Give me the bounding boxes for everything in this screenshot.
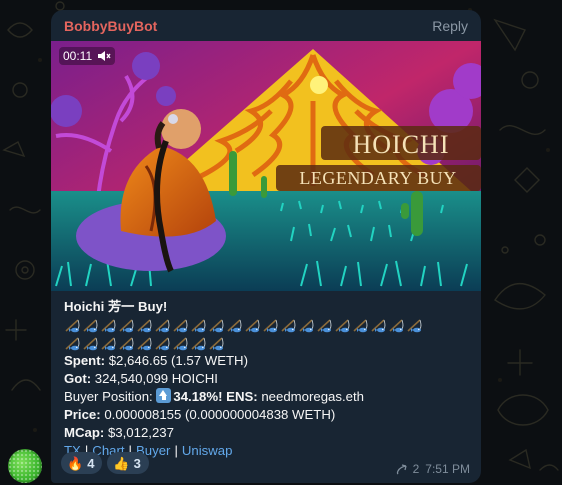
fishing-pole-icon <box>208 318 225 333</box>
fishing-pole-icon <box>262 318 279 333</box>
fishing-pole-icon <box>64 318 81 333</box>
got-label: Got: <box>64 371 92 386</box>
buyer-position-label: Buyer Position: <box>64 389 157 404</box>
video-subtitle-text: LEGENDARY BUY <box>299 168 456 188</box>
spent-label: Spent: <box>64 353 106 368</box>
ens-value: needmoregas.eth <box>257 389 364 404</box>
fishing-pole-icon <box>136 318 153 333</box>
fishing-pole-icon <box>190 336 207 351</box>
fire-icon: 🔥 <box>67 455 84 471</box>
mcap-label: MCap: <box>64 425 105 440</box>
fishing-pole-icon <box>280 318 297 333</box>
ens-label: ENS: <box>222 389 258 404</box>
buy-message-text: Hoichi 芳一 Buy! Spent: $2,646.65 (1.57 WE… <box>64 298 474 460</box>
spent-value: $2,646.65 (1.57 WETH) <box>105 353 248 368</box>
sender-name[interactable]: BobbyBuyBot <box>64 18 157 34</box>
fishing-pole-icon <box>172 318 189 333</box>
uniswap-link[interactable]: Uniswap <box>182 443 233 458</box>
reaction-count: 4 <box>87 455 95 471</box>
forward-arrow-icon <box>396 463 407 474</box>
fishing-pole-icon <box>406 318 423 333</box>
video-title-text: HOICHI <box>353 130 450 159</box>
fishing-pole-icon <box>100 336 117 351</box>
buy-label: Buy! <box>134 299 168 314</box>
fishing-pole-icon <box>316 318 333 333</box>
token-name: Hoichi 芳一 <box>64 299 135 314</box>
price-line: Price: 0.000008155 (0.000000004838 WETH) <box>64 406 474 424</box>
video-duration: 00:11 <box>63 49 93 63</box>
fishing-pole-icon <box>190 318 207 333</box>
fish-row-1 <box>64 316 474 334</box>
fishing-pole-icon <box>208 336 225 351</box>
fishing-pole-icon <box>82 336 99 351</box>
fishing-pole-icon <box>118 336 135 351</box>
price-value: 0.000008155 (0.000000004838 WETH) <box>100 407 336 422</box>
message-time: 7:51 PM <box>425 462 470 476</box>
fishing-pole-icon <box>64 336 81 351</box>
fishing-pole-icon <box>298 318 315 333</box>
buyer-position-line: Buyer Position: 34.18%! ENS: needmoregas… <box>64 388 474 406</box>
link-separator: | <box>174 443 178 458</box>
mcap-line: MCap: $3,012,237 <box>64 424 474 442</box>
fishing-pole-icon <box>226 318 243 333</box>
fishing-pole-icon <box>352 318 369 333</box>
message-footer: 2 7:51 PM <box>394 462 470 476</box>
fishing-pole-icon <box>154 336 171 351</box>
fishing-pole-icon <box>388 318 405 333</box>
video-timecode: 00:11 <box>59 47 116 65</box>
mcap-value: $3,012,237 <box>104 425 174 440</box>
fishing-pole-icon <box>172 336 189 351</box>
reaction-count: 3 <box>133 455 141 471</box>
fishing-pole-icon <box>154 318 171 333</box>
video-frame: HOICHI LEGENDARY BUY <box>51 41 481 291</box>
up-arrow-icon <box>156 388 172 403</box>
reaction-fire[interactable]: 🔥 4 <box>61 452 103 474</box>
reply-button[interactable]: Reply <box>432 18 468 34</box>
fishing-pole-icon <box>334 318 351 333</box>
price-label: Price: <box>64 407 101 422</box>
speaker-muted-icon[interactable] <box>97 50 111 62</box>
reaction-thumbs-up[interactable]: 👍 3 <box>107 452 149 474</box>
message-bubble: BobbyBuyBot Reply HOICHI LEGENDARY BUY 0… <box>51 10 481 483</box>
video-player[interactable]: HOICHI LEGENDARY BUY 00:11 <box>51 41 481 291</box>
buy-header-line: Hoichi 芳一 Buy! <box>64 298 474 316</box>
got-value: 324,540,099 HOICHI <box>91 371 218 386</box>
fishing-pole-icon <box>82 318 99 333</box>
fishing-pole-icon <box>370 318 387 333</box>
fish-row-2 <box>64 334 474 352</box>
sender-avatar[interactable] <box>8 449 42 483</box>
fishing-pole-icon <box>100 318 117 333</box>
spent-line: Spent: $2,646.65 (1.57 WETH) <box>64 352 474 370</box>
thumbs-up-icon: 👍 <box>113 455 130 471</box>
forward-count: 2 <box>412 462 420 476</box>
fishing-pole-icon <box>136 336 153 351</box>
fishing-pole-icon <box>118 318 135 333</box>
got-line: Got: 324,540,099 HOICHI <box>64 370 474 388</box>
reactions-bar: 🔥 4 👍 3 <box>61 452 149 474</box>
fishing-pole-icon <box>244 318 261 333</box>
buyer-position-pct: 34.18%! <box>173 389 223 404</box>
